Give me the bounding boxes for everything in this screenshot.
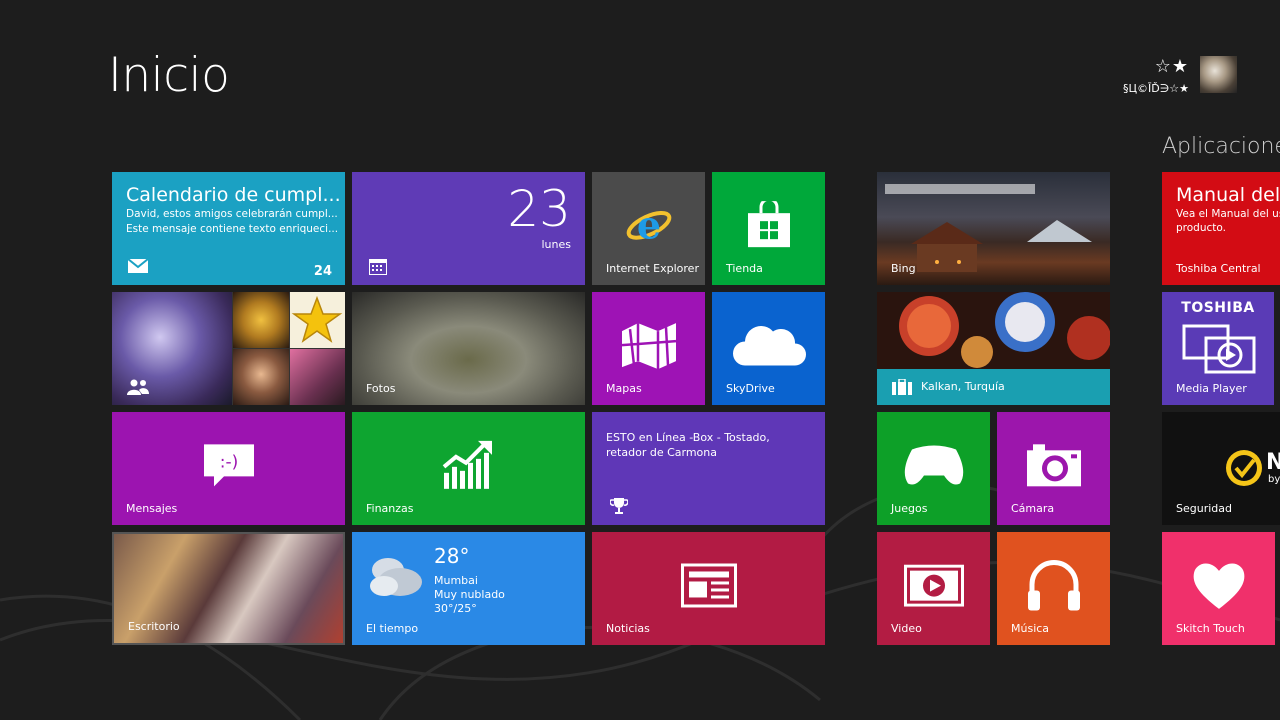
manual-line2: producto. <box>1176 222 1226 234</box>
avatar[interactable] <box>1200 56 1237 93</box>
people-photo-3 <box>290 292 345 348</box>
bing-tile[interactable]: Bing <box>877 172 1110 285</box>
tiempo-tile[interactable]: 28° Mumbai Muy nublado 30°/25° El tiempo <box>352 532 585 645</box>
skydrive-tile[interactable]: SkyDrive <box>712 292 825 405</box>
skitch-touch-tile[interactable]: Skitch Touch <box>1162 532 1275 645</box>
seguridad-label: Seguridad <box>1176 502 1232 515</box>
skydrive-label: SkyDrive <box>726 382 775 395</box>
mapas-label: Mapas <box>606 382 642 395</box>
trophy-icon <box>610 498 628 514</box>
video-tile[interactable]: Video <box>877 532 990 645</box>
bing-label: Bing <box>891 262 916 275</box>
tienda-label: Tienda <box>726 262 763 275</box>
video-play-icon <box>903 564 964 607</box>
store-bag-icon <box>747 200 790 247</box>
suitcase-icon <box>892 379 912 395</box>
norton-brand: N <box>1266 450 1280 475</box>
travel-label: Kalkan, Turquía <box>921 380 1005 393</box>
manual-label: Toshiba Central <box>1176 262 1261 275</box>
internet-explorer-tile[interactable]: e Internet Explorer <box>592 172 705 285</box>
user-stars: ☆★ <box>1154 56 1189 77</box>
media-player-tile[interactable]: TOSHIBA Media Player <box>1162 292 1274 405</box>
calendar-tile-title: Calendario de cumpl... <box>126 184 341 206</box>
calendar-badge-count: 24 <box>313 264 332 279</box>
media-player-icon <box>1182 324 1256 374</box>
seguridad-tile[interactable]: N by Seguridad <box>1162 412 1280 525</box>
media-player-label: Media Player <box>1176 382 1247 395</box>
calendar-icon <box>369 259 387 275</box>
manual-line1: Vea el Manual del us <box>1176 208 1280 220</box>
fotos-label: Fotos <box>366 382 396 395</box>
camara-label: Cámara <box>1011 502 1055 515</box>
people-icon <box>127 379 149 395</box>
skitch-touch-label: Skitch Touch <box>1176 622 1245 635</box>
travel-caption-strip: Kalkan, Turquía <box>877 369 1110 405</box>
news-icon <box>680 562 737 607</box>
heart-icon <box>1193 562 1244 609</box>
weather-city: Mumbai <box>434 574 478 587</box>
xbox-games-tile[interactable]: ESTO en Línea -Box - Tostado, retador de… <box>592 412 825 525</box>
juegos-label: Juegos <box>891 502 928 515</box>
norton-check-icon <box>1226 450 1262 486</box>
lanterns-photo <box>877 292 1110 369</box>
apps-group-title[interactable]: Aplicacione <box>1162 134 1280 159</box>
people-photo-5 <box>290 349 345 405</box>
calendar-date: 23 <box>507 180 571 238</box>
people-photo-4 <box>233 349 289 405</box>
page-title: Inicio <box>108 48 230 103</box>
people-tile[interactable] <box>112 292 345 405</box>
calendar-tile-line2: Este mensaje contiene texto enriqueci... <box>126 223 339 235</box>
internet-explorer-icon: e <box>626 202 671 247</box>
cloud-icon <box>732 325 806 365</box>
headphones-icon <box>1027 559 1080 611</box>
map-icon <box>621 322 676 369</box>
toshiba-manual-tile[interactable]: Manual del u Vea el Manual del us produc… <box>1162 172 1280 285</box>
weather-condition: Muy nublado <box>434 588 505 601</box>
camera-icon <box>1026 443 1081 486</box>
finance-chart-icon <box>442 440 492 489</box>
cloud-weather-icon <box>370 558 422 596</box>
calendar-birthdays-tile[interactable]: Calendario de cumpl... David, estos amig… <box>112 172 345 285</box>
calendar-tile-line1: David, estos amigos celebrarán cumpl... <box>126 208 338 220</box>
game-controller-icon <box>904 444 963 484</box>
noticias-label: Noticias <box>606 622 650 635</box>
video-label: Video <box>891 622 922 635</box>
xbox-tile-text: ESTO en Línea -Box - Tostado, retador de… <box>606 431 770 459</box>
mapas-tile[interactable]: Mapas <box>592 292 705 405</box>
tiempo-label: El tiempo <box>366 622 419 635</box>
escritorio-label: Escritorio <box>128 620 180 633</box>
noticias-tile[interactable]: Noticias <box>592 532 825 645</box>
weather-temperature: 28° <box>434 544 470 568</box>
manual-title: Manual del u <box>1176 184 1280 206</box>
calendar-tile[interactable]: 23 lunes <box>352 172 585 285</box>
people-photo-2 <box>233 292 289 348</box>
calendar-day: lunes <box>541 238 572 251</box>
fotos-tile[interactable]: Fotos <box>352 292 585 405</box>
mail-icon <box>128 259 148 273</box>
travel-tile[interactable]: Kalkan, Turquía <box>877 292 1110 405</box>
finanzas-label: Finanzas <box>366 502 414 515</box>
weather-range: 30°/25° <box>434 602 477 615</box>
messaging-icon: :-) <box>203 443 254 486</box>
juegos-tile[interactable]: Juegos <box>877 412 990 525</box>
musica-label: Música <box>1011 622 1050 635</box>
finanzas-tile[interactable]: Finanzas <box>352 412 585 525</box>
tienda-tile[interactable]: Tienda <box>712 172 825 285</box>
musica-tile[interactable]: Música <box>997 532 1110 645</box>
mensajes-tile[interactable]: :-) Mensajes <box>112 412 345 525</box>
user-name: §Ц©ĪĎ∋☆★ <box>1122 82 1189 95</box>
star-icon <box>291 295 343 343</box>
internet-explorer-label: Internet Explorer <box>606 262 699 275</box>
mensajes-label: Mensajes <box>126 502 178 515</box>
svg-text:e: e <box>636 202 660 247</box>
camara-tile[interactable]: Cámara <box>997 412 1110 525</box>
norton-brand-sub: by <box>1268 474 1280 485</box>
escritorio-tile[interactable]: Escritorio <box>112 532 345 645</box>
user-account[interactable]: ☆★ §Ц©ĪĎ∋☆★ <box>1057 56 1237 96</box>
bing-search-box[interactable] <box>885 184 1035 194</box>
svg-text::-): :-) <box>219 452 238 472</box>
toshiba-brand: TOSHIBA <box>1181 300 1255 316</box>
